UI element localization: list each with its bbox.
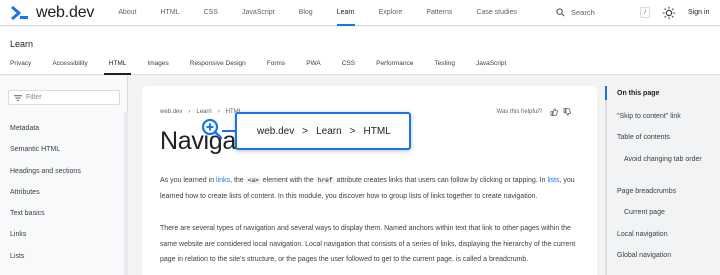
thumbs-up-icon[interactable] [550, 108, 558, 116]
filter-icon [14, 95, 22, 101]
callout-separator: > [349, 125, 356, 137]
callout-item-learn: Learn [316, 125, 342, 137]
toc-item-page-breadcrumbs[interactable]: Page breadcrumbs [617, 184, 676, 199]
site-logo[interactable]: web.dev [10, 4, 94, 22]
navigation-types-paragraph: There are several types of navigation an… [160, 225, 576, 263]
tab-performance[interactable]: Performance [376, 59, 413, 75]
tab-testing[interactable]: Testing [434, 59, 455, 75]
sidebar-item-attributes[interactable]: Attributes [10, 188, 81, 209]
links-link[interactable]: links [216, 177, 230, 184]
breadcrumb-learn[interactable]: Learn [196, 109, 211, 115]
intro-text-4: attribute creates links that users can f… [334, 177, 548, 184]
sidebar: Filter Metadata Semantic HTML Headings a… [0, 76, 128, 275]
sidebar-item-links[interactable]: Links [10, 230, 81, 251]
table-of-contents: On this page "Skip to content" link Tabl… [605, 86, 720, 275]
search-placeholder: Search [571, 8, 595, 17]
tab-privacy[interactable]: Privacy [10, 59, 31, 75]
nav-html[interactable]: HTML [161, 0, 180, 26]
tab-accessibility[interactable]: Accessibility [52, 59, 87, 75]
sidebar-item-headings-and-sections[interactable]: Headings and sections [10, 167, 81, 188]
tab-html[interactable]: HTML [103, 59, 132, 75]
filter-placeholder: Filter [26, 94, 42, 101]
section-header: Learn Privacy Accessibility HTML Images … [0, 27, 720, 75]
nav-about[interactable]: About [118, 0, 136, 26]
breadcrumb-web-dev[interactable]: web.dev [160, 109, 182, 115]
lists-link[interactable]: lists [547, 177, 559, 184]
intro-text-1: As you learned in [160, 177, 217, 184]
tab-css[interactable]: CSS [342, 59, 355, 75]
thumbs-down-icon[interactable] [563, 108, 571, 116]
tab-responsive-design[interactable]: Responsive Design [190, 59, 246, 75]
intro-text-3: element with the [260, 177, 316, 184]
toc-rail [605, 86, 607, 275]
tab-javascript[interactable]: JavaScript [476, 59, 506, 75]
main-nav: About HTML CSS JavaScript Blog Learn Exp… [118, 0, 541, 26]
toc-item-skip-to-content[interactable]: "Skip to content" link [617, 109, 681, 124]
toc-item-global-navigation[interactable]: Global navigation [617, 248, 671, 263]
sidebar-item-semantic-html[interactable]: Semantic HTML [10, 145, 81, 166]
nav-patterns[interactable]: Patterns [426, 0, 452, 26]
section-title: Learn [10, 39, 34, 49]
nav-javascript[interactable]: JavaScript [242, 0, 275, 26]
nav-learn[interactable]: Learn [336, 0, 355, 26]
toc-active-indicator [605, 86, 607, 100]
helpful-label: Was this helpful? [496, 109, 542, 115]
code-a-element: <a> [245, 177, 261, 184]
logo-text: web.dev [36, 3, 95, 21]
tab-forms[interactable]: Forms [267, 59, 285, 75]
toc-item-local-navigation[interactable]: Local navigation [617, 227, 668, 242]
web-dev-logo-icon [11, 5, 28, 20]
callout-breadcrumb: web.dev > Learn > HTML [257, 126, 391, 137]
top-navigation-bar: web.dev About HTML CSS JavaScript Blog L… [0, 0, 720, 26]
toc-item-current-page[interactable]: Current page [624, 205, 665, 220]
toc-item-table-of-contents[interactable]: Table of contents [617, 130, 670, 145]
search-shortcut-key: / [640, 7, 650, 18]
toc-item-avoid-changing-tab-order[interactable]: Avoid changing tab order [624, 152, 702, 167]
sidebar-item-metadata[interactable]: Metadata [10, 124, 81, 145]
intro-paragraph: As you learned in links, the <a> element… [160, 173, 578, 204]
zoom-in-icon [201, 118, 223, 140]
toc-heading: On this page [617, 90, 660, 97]
breadcrumb-separator-icon: › [188, 109, 191, 115]
breadcrumb-separator-icon: › [217, 109, 220, 115]
page: web.dev About HTML CSS JavaScript Blog L… [0, 0, 720, 275]
code-href-attribute: href [315, 177, 335, 184]
callout-separator: > [302, 125, 309, 137]
tab-pwa[interactable]: PWA [306, 59, 321, 75]
theme-toggle-icon[interactable] [662, 6, 676, 20]
nav-css[interactable]: CSS [204, 0, 218, 26]
nav-blog[interactable]: Blog [299, 0, 313, 26]
filter-input[interactable]: Filter [8, 90, 120, 105]
tab-images[interactable]: Images [147, 59, 168, 75]
callout-item-html: HTML [363, 125, 391, 137]
sidebar-item-lists[interactable]: Lists [10, 252, 81, 273]
sidebar-item-text-basics[interactable]: Text basics [10, 209, 81, 230]
learn-tabs: Privacy Accessibility HTML Images Respon… [10, 59, 527, 75]
callout-connector [222, 130, 236, 132]
nav-explore[interactable]: Explore [379, 0, 403, 26]
search-box[interactable]: Search [556, 5, 628, 20]
nav-case-studies[interactable]: Case studies [476, 0, 516, 26]
callout-item-web-dev: web.dev [257, 125, 295, 137]
sidebar-scrollbar[interactable] [124, 112, 128, 275]
breadcrumb-zoom-callout: web.dev > Learn > HTML [235, 112, 411, 150]
sign-in-link[interactable]: Sign in [688, 9, 709, 16]
intro-text-2: , the [230, 177, 246, 184]
sidebar-list: Metadata Semantic HTML Headings and sect… [10, 124, 81, 273]
search-icon [556, 8, 565, 17]
